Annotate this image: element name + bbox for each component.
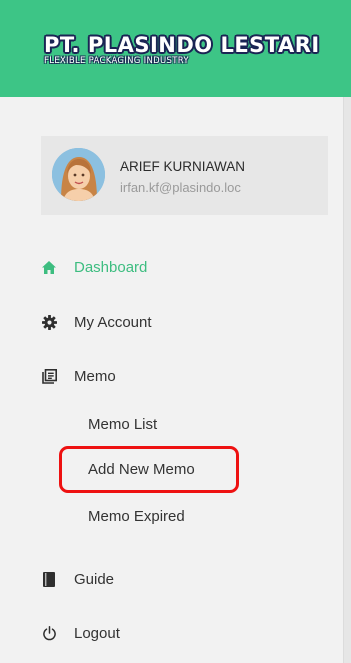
nav-label-memo: Memo [74,367,116,385]
book-icon [38,568,60,590]
company-logo[interactable]: PT. PLASINDO LESTARI FLEXIBLE PACKAGING … [44,33,320,66]
user-email: irfan.kf@plasindo.loc [120,180,241,195]
avatar[interactable] [52,148,105,201]
nav-label-logout: Logout [74,624,120,642]
power-icon [38,622,60,644]
company-name: PT. PLASINDO LESTARI [44,33,320,57]
nav-label-guide: Guide [74,570,115,588]
sidebar-scrollbar[interactable] [343,97,351,663]
nav-item-guide[interactable]: Guide [38,565,114,593]
nav-item-my-account[interactable]: My Account [38,308,152,336]
user-profile-card: ARIEF KURNIAWAN irfan.kf@plasindo.loc [41,136,328,215]
highlight-annotation [59,446,239,493]
nav-item-dashboard[interactable]: Dashboard [38,253,147,281]
nav-subitem-memo-expired[interactable]: Memo Expired [88,508,185,525]
user-name: ARIEF KURNIAWAN [120,159,246,174]
memo-icon [38,365,60,387]
nav-item-memo[interactable]: Memo [38,362,116,390]
company-tagline: FLEXIBLE PACKAGING INDUSTRY [44,56,189,66]
app-header: PT. PLASINDO LESTARI FLEXIBLE PACKAGING … [0,0,351,97]
nav-item-logout[interactable]: Logout [38,619,120,647]
nav-label-my-account: My Account [74,313,152,331]
gear-icon [38,311,60,333]
nav-label-dashboard: Dashboard [74,258,148,276]
female-avatar-icon [52,148,105,201]
nav-subitem-memo-list[interactable]: Memo List [88,416,157,433]
home-icon [38,256,60,278]
